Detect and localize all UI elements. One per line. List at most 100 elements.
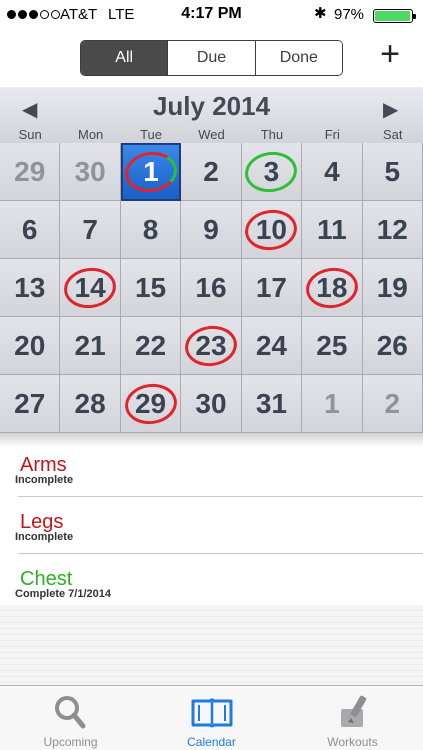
calendar-day[interactable]: 14 [60,259,121,317]
tab-upcoming[interactable]: Upcoming [0,686,141,750]
tab-label: Upcoming [43,735,98,749]
weekday-label: Tue [140,127,163,142]
magnifier-icon [54,696,85,729]
tab-label: Calendar [187,735,236,749]
calendar-day[interactable]: 19 [362,259,423,317]
day-number: 26 [376,329,408,361]
day-number: 23 [195,329,227,361]
calendar-day[interactable]: 30 [181,375,242,433]
weekday-label: Mon [77,127,104,142]
tab-bar: Upcoming Calendar Workouts [0,685,423,750]
day-number: 13 [14,271,46,303]
day-number: 9 [203,213,219,245]
day-number: 1 [324,387,340,419]
day-number: 27 [14,387,46,419]
calendar-day[interactable]: 23 [181,317,242,375]
calendar-day[interactable]: 24 [241,317,303,375]
workout-status: Incomplete [15,474,74,486]
calendar-day[interactable]: 29 [120,375,182,433]
calendar-day[interactable]: 15 [120,259,182,317]
day-number: 2 [384,387,401,419]
calendar-day[interactable]: 7 [60,201,121,259]
calendar-day[interactable]: 11 [302,201,363,259]
calendar-day[interactable]: 30 [60,143,121,201]
list-empty-area [0,605,423,685]
workout-status: Incomplete [15,531,74,543]
calendar-day[interactable]: 29 [0,143,61,201]
calendar-header: ◀ July 2014 ▶ Sun Mon Tue Wed Thu Fri Sa… [0,87,423,143]
day-number: 22 [134,329,167,361]
calendar-day[interactable]: 17 [241,259,303,317]
calendar-day[interactable]: 16 [181,259,242,317]
weekday-label: Sat [382,127,403,142]
workout-list: Arms Incomplete Legs Incomplete Chest Co… [0,440,423,611]
day-number: 18 [316,271,348,303]
weekday-label: Wed [198,127,225,142]
calendar-day[interactable]: 9 [181,201,242,259]
segment-done[interactable]: Done [254,41,342,75]
day-number: 4 [324,155,340,187]
calendar-day[interactable]: 12 [362,201,423,259]
day-number: 5 [384,155,401,187]
day-number: 2 [203,155,219,187]
segment-all[interactable]: All [81,41,168,75]
day-number: 6 [21,213,38,245]
tab-workouts[interactable]: Workouts [282,686,423,750]
calendar-day[interactable]: 20 [0,317,61,375]
calendar-day[interactable]: 10 [241,201,303,259]
day-number: 14 [74,271,106,303]
day-number: 30 [195,387,227,419]
next-month-icon[interactable]: ▶ [383,97,398,122]
workout-row-chest[interactable]: Chest Complete 7/1/2014 [0,554,423,611]
day-number: 17 [255,271,287,303]
tab-calendar[interactable]: Calendar [141,686,282,750]
weekday-label: Sun [18,127,42,142]
calendar-day[interactable]: 21 [60,317,121,375]
open-book-icon [191,698,232,728]
calendar-day[interactable]: 28 [60,375,121,433]
day-number: 8 [142,213,159,245]
month-title: July 2014 [152,91,271,121]
calendar-day[interactable]: 6 [0,201,61,259]
calendar-day[interactable]: 31 [241,375,303,433]
workout-status: Complete 7/1/2014 [15,588,111,600]
day-number: 25 [316,329,348,361]
day-number: 21 [74,329,106,361]
calendar-day[interactable]: 13 [0,259,61,317]
day-number: 28 [74,387,106,419]
calendar-day[interactable]: 4 [302,143,363,201]
segment-due[interactable]: Due [167,41,255,75]
day-number: 3 [263,155,280,187]
day-number: 11 [317,213,347,245]
calendar-day[interactable]: 5 [362,143,423,201]
day-number: 10 [255,213,287,245]
calendar-day[interactable]: 18 [302,259,363,317]
day-number: 29 [14,155,46,187]
day-number: 7 [82,213,98,245]
day-number: 20 [14,329,46,361]
day-number: 24 [255,329,287,361]
calendar-day[interactable]: 2 [181,143,242,201]
calendar-day[interactable]: 27 [0,375,61,433]
calendar-day[interactable]: 1 [302,375,363,433]
weekday-label: Thu [260,127,284,142]
calendar-day[interactable]: 8 [120,201,182,259]
tab-label: Workouts [327,735,378,749]
day-number: 16 [195,271,227,303]
calendar-day[interactable]: 2 [362,375,423,433]
calendar-day[interactable]: 25 [302,317,363,375]
add-button[interactable]: + [373,36,407,74]
calendar-day[interactable]: 22 [120,317,182,375]
calendar-day[interactable]: 3 [241,143,303,201]
day-number: 29 [134,387,167,419]
status-bar: AT&T LTE 4:17 PM ✱ 97% [0,0,423,30]
calendar-day-today[interactable]: 1 [120,143,182,201]
workout-row-arms[interactable]: Arms Incomplete [0,440,423,497]
workout-row-legs[interactable]: Legs Incomplete [0,497,423,554]
battery-percent: 97% [334,6,365,23]
day-number: 30 [74,155,106,187]
day-number: 19 [376,271,408,303]
day-number: 31 [255,387,287,419]
calendar-day[interactable]: 26 [362,317,423,375]
weekday-label: Fri [324,127,340,142]
